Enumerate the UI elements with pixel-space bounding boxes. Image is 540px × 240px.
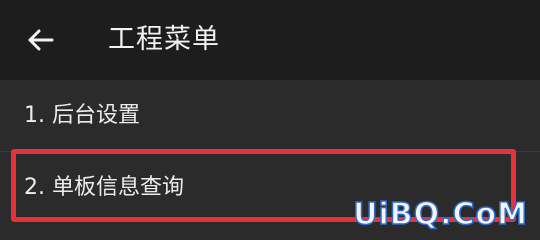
arrow-left-icon xyxy=(28,29,54,51)
menu-item-background-settings[interactable]: 1. 后台设置 xyxy=(0,80,540,152)
menu-item-label: 1. 后台设置 xyxy=(24,103,140,128)
back-button[interactable] xyxy=(18,20,62,60)
page-title: 工程菜单 xyxy=(108,24,220,55)
watermark: UiBQ.CoM xyxy=(352,196,528,233)
engineering-menu-screen: 工程菜单 1. 后台设置 2. 单板信息查询 UiBQ.CoM xyxy=(0,0,540,236)
menu-item-label: 2. 单板信息查询 xyxy=(24,175,184,200)
app-bar: 工程菜单 xyxy=(0,0,540,80)
